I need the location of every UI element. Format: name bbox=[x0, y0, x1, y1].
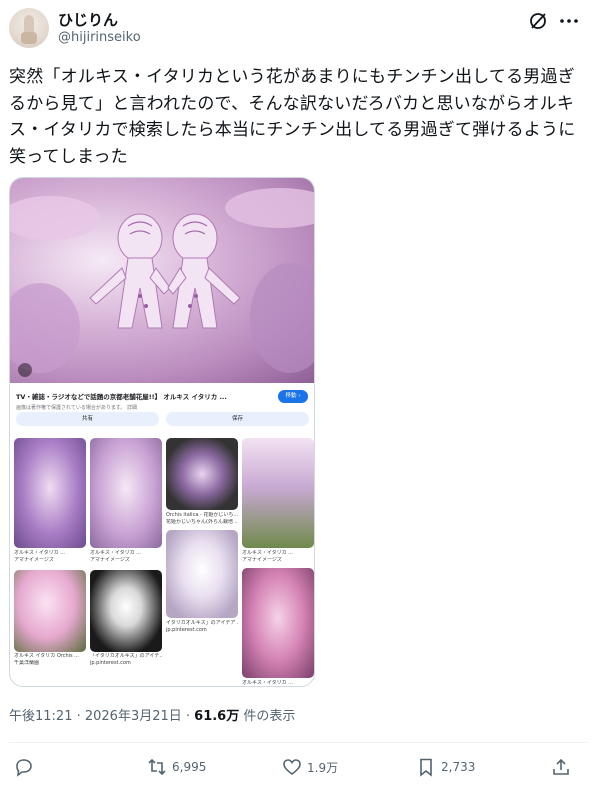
thumb-caption: イタリカオルキス」のアイデア ... bbox=[166, 620, 238, 626]
reply-icon bbox=[16, 759, 32, 777]
share-button[interactable] bbox=[551, 756, 571, 778]
retweet-button[interactable]: 6,995 bbox=[147, 756, 206, 778]
post-timestamp: 午後11:21 · 2026年3月21日 · 61.6万 件の表示 bbox=[9, 705, 295, 724]
lens-icon[interactable] bbox=[18, 363, 32, 377]
result-subtitle: 画像は著作権で保護されている場合があります。 詳細 bbox=[16, 405, 137, 411]
thumbnail[interactable] bbox=[14, 438, 86, 548]
thumb-source: アマナイメージズ bbox=[90, 557, 130, 563]
handle[interactable]: @hijirinseiko bbox=[58, 30, 141, 45]
thumb-caption: Orchis italica - 花姫かじいち... bbox=[166, 512, 238, 518]
bookmark-count: 2,733 bbox=[441, 760, 476, 774]
avatar[interactable] bbox=[9, 8, 49, 48]
divider bbox=[9, 742, 587, 743]
share-result-button[interactable]: 共有 bbox=[16, 412, 159, 426]
thumb-caption: オルキス・イタリカ ... bbox=[242, 680, 294, 686]
post-header: ひじりん @hijirinseiko bbox=[0, 0, 597, 55]
bookmark-button[interactable]: 2,733 bbox=[416, 756, 475, 778]
display-name[interactable]: ひじりん bbox=[58, 9, 118, 30]
thumb-source: jp.pinterest.com bbox=[166, 627, 207, 633]
thumb-caption: オルキス・イタリカ ... bbox=[90, 550, 142, 556]
timestamp-text[interactable]: 午後11:21 · 2026年3月21日 · bbox=[9, 709, 194, 724]
thumbnail[interactable] bbox=[90, 570, 162, 652]
thumbnail[interactable] bbox=[242, 438, 314, 548]
visit-button[interactable]: 移動 › bbox=[278, 390, 308, 403]
retweet-count: 6,995 bbox=[172, 760, 207, 774]
more-icon[interactable] bbox=[558, 11, 580, 31]
thumb-source: 花姫かじいちゃん(外らん栽培 ... bbox=[166, 519, 238, 525]
hero-orchid-image[interactable] bbox=[10, 178, 314, 383]
avatar-figure-base bbox=[21, 32, 37, 44]
orchid-illustration bbox=[10, 188, 314, 373]
retweet-icon bbox=[148, 758, 166, 776]
save-result-button[interactable]: 保存 bbox=[166, 412, 309, 426]
bookmark-icon bbox=[420, 758, 432, 777]
like-icon bbox=[283, 759, 301, 776]
thumb-caption: オルキス イタリカ Orchis ... bbox=[14, 653, 79, 659]
like-count: 1.9万 bbox=[307, 760, 339, 775]
thumbnail[interactable] bbox=[166, 530, 238, 618]
post-media[interactable]: TV・雑誌・ラジオなどで話題の京都老舗花屋!!】 オルキス イタリカ ... 画… bbox=[9, 177, 315, 687]
post-text: 突然「オルキス・イタリカという花があまりにもチンチン出してる男過ぎるから見て」と… bbox=[9, 67, 576, 167]
thumbnail[interactable] bbox=[14, 570, 86, 652]
thumbnail[interactable] bbox=[166, 438, 238, 510]
result-title[interactable]: TV・雑誌・ラジオなどで話題の京都老舗花屋!!】 オルキス イタリカ ... bbox=[16, 391, 276, 401]
reply-button[interactable] bbox=[14, 756, 34, 778]
thumb-source: 千葉洋蘭園 bbox=[14, 660, 40, 666]
views-label: 件の表示 bbox=[239, 709, 296, 724]
like-button[interactable]: 1.9万 bbox=[282, 756, 338, 778]
views-count: 61.6万 bbox=[194, 709, 240, 724]
grok-icon[interactable] bbox=[528, 11, 548, 31]
thumb-caption: オルキス・イタリカ ... bbox=[242, 550, 294, 556]
share-icon bbox=[553, 758, 569, 775]
thumb-source: jp.pinterest.com bbox=[90, 660, 131, 666]
thumb-source: アマナイメージズ bbox=[14, 557, 54, 563]
thumbnail[interactable] bbox=[242, 568, 314, 678]
thumb-source: アマナイメージズ bbox=[242, 557, 282, 563]
thumbnail[interactable] bbox=[90, 438, 162, 548]
thumb-caption: 「イタリカオルキス」のアイデ... bbox=[90, 653, 162, 659]
thumb-caption: オルキス・イタリカ ... bbox=[14, 550, 66, 556]
